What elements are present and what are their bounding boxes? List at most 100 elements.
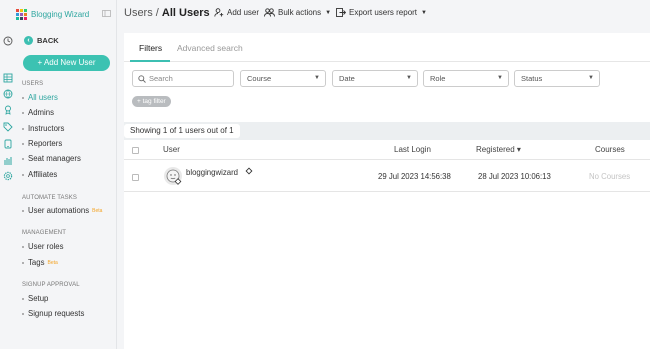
course-select-value: Course xyxy=(247,74,272,83)
breadcrumb: Users / All Users xyxy=(124,7,210,19)
logo-square xyxy=(20,16,23,20)
tab-filters[interactable]: Filters xyxy=(139,43,162,53)
sidebar-item-affiliates[interactable]: Affiliates xyxy=(22,170,57,179)
back-arrow-icon: ‹ xyxy=(24,36,33,45)
sidebar-item-user-roles[interactable]: User roles xyxy=(22,242,64,251)
bulk-actions-dropdown[interactable]: Bulk actions ▼ xyxy=(264,8,331,17)
tag-icon[interactable] xyxy=(3,122,13,132)
chevron-down-icon: ▼ xyxy=(406,75,412,81)
sidebar-item-label: User automations xyxy=(28,206,90,215)
role-select-value: Role xyxy=(430,74,446,83)
caret-down-icon: ▼ xyxy=(325,9,332,16)
sidebar-item-label: Admins xyxy=(28,108,54,117)
sidebar-item-reporters[interactable]: Reporters xyxy=(22,139,62,148)
chevron-down-icon: ▼ xyxy=(314,75,320,81)
logo-square xyxy=(24,8,27,12)
caret-down-icon: ▼ xyxy=(421,9,427,16)
page-header: Users / All Users Add user Bulk actions … xyxy=(117,0,650,28)
bullet-icon xyxy=(22,209,24,212)
sidebar-item-label: User roles xyxy=(28,242,64,251)
back-label: BACK xyxy=(37,36,59,45)
sidebar-item-label: All users xyxy=(28,93,58,102)
bullet-icon xyxy=(22,297,24,300)
row-checkbox[interactable] xyxy=(132,174,139,181)
bullet-icon xyxy=(22,245,24,248)
collapse-sidebar-icon[interactable] xyxy=(102,10,111,17)
globe-icon[interactable] xyxy=(3,89,13,99)
divider xyxy=(124,191,650,192)
date-select[interactable]: Date ▼ xyxy=(332,70,418,87)
bullet-icon xyxy=(22,127,24,130)
chart-icon[interactable] xyxy=(3,155,13,165)
column-header-courses[interactable]: Courses xyxy=(595,145,625,154)
tablet-icon[interactable] xyxy=(3,139,13,149)
course-select[interactable]: Course ▼ xyxy=(240,70,326,87)
logo-square xyxy=(20,8,23,12)
search-input[interactable]: Search xyxy=(132,70,234,87)
brand[interactable]: Blogging Wizard xyxy=(16,8,108,20)
back-button[interactable]: ‹ BACK xyxy=(24,36,59,45)
sidebar-item-seat-managers[interactable]: Seat managers xyxy=(22,154,81,163)
tab-advanced-search[interactable]: Advanced search xyxy=(177,43,243,53)
logo-square xyxy=(16,16,19,20)
sidebar-item-user-automations[interactable]: User automations Beta xyxy=(22,206,102,215)
add-user-icon xyxy=(214,8,224,17)
courses-cell: No Courses xyxy=(589,172,631,181)
section-title-signup: SIGNUP APPROVAL xyxy=(22,282,80,288)
logo-square xyxy=(20,12,23,16)
sidebar-item-all-users[interactable]: All users xyxy=(22,93,58,102)
sidebar-item-signup-requests[interactable]: Signup requests xyxy=(22,309,84,318)
award-icon[interactable] xyxy=(3,105,13,115)
section-title-users: USERS xyxy=(22,81,44,87)
logo-square xyxy=(24,12,27,16)
users-icon xyxy=(264,8,275,17)
sidebar-item-label: Signup requests xyxy=(28,309,85,318)
sidebar-item-label: Seat managers xyxy=(28,154,81,163)
bullet-icon xyxy=(22,261,24,264)
results-summary-bar: Showing 1 of 1 users out of 1 xyxy=(124,122,650,140)
export-users-report-dropdown[interactable]: Export users report ▼ xyxy=(336,8,427,17)
sidebar-item-instructors[interactable]: Instructors xyxy=(22,124,64,133)
beta-badge: Beta xyxy=(92,207,103,214)
page-title: All Users xyxy=(161,7,210,19)
history-icon[interactable] xyxy=(3,36,13,46)
bullet-icon xyxy=(22,96,24,99)
settings-icon[interactable] xyxy=(3,171,13,181)
avatar xyxy=(164,167,182,185)
section-title-management: MANAGEMENT xyxy=(22,230,67,236)
add-user-action[interactable]: Add user xyxy=(214,8,259,17)
user-name[interactable]: bloggingwizard xyxy=(186,168,238,177)
registered-cell: 28 Jul 2023 10:06:13 xyxy=(478,172,551,181)
sidebar-item-label: Affiliates xyxy=(28,170,58,179)
bullet-icon xyxy=(22,173,24,176)
sidebar-item-tags[interactable]: Tags Beta xyxy=(22,258,58,267)
sidebar-item-setup[interactable]: Setup xyxy=(22,294,48,303)
export-users-report-label: Export users report xyxy=(349,8,418,17)
export-icon xyxy=(336,8,346,17)
bullet-icon xyxy=(22,142,24,145)
sidebar: Blogging Wizard ‹ BACK + Add New User US… xyxy=(16,0,117,349)
column-header-registered[interactable]: Registered ▾ xyxy=(476,145,521,154)
column-header-user[interactable]: User xyxy=(163,145,180,154)
add-new-user-button[interactable]: + Add New User xyxy=(23,55,110,71)
add-user-label: Add user xyxy=(227,8,260,17)
tag-filter-button[interactable]: + tag filter xyxy=(132,96,171,107)
beta-badge: Beta xyxy=(47,259,58,266)
search-icon xyxy=(138,75,146,83)
breadcrumb-parent[interactable]: Users xyxy=(124,7,153,19)
active-tab-indicator xyxy=(130,60,170,62)
sidebar-item-admins[interactable]: Admins xyxy=(22,108,54,117)
select-all-checkbox[interactable] xyxy=(132,147,139,154)
grid-icon[interactable] xyxy=(3,73,13,83)
role-select[interactable]: Role ▼ xyxy=(423,70,509,87)
search-placeholder: Search xyxy=(149,74,173,83)
user-tag-icon xyxy=(245,167,253,175)
sidebar-item-label: Reporters xyxy=(28,139,63,148)
column-header-last-login[interactable]: Last Login xyxy=(394,145,431,154)
results-summary: Showing 1 of 1 users out of 1 xyxy=(124,124,240,138)
logo-square xyxy=(24,16,27,20)
main-panel: Filters Advanced search Search Course ▼ … xyxy=(124,33,650,349)
bulk-actions-label: Bulk actions xyxy=(278,8,322,17)
status-select[interactable]: Status ▼ xyxy=(514,70,600,87)
brand-name: Blogging Wizard xyxy=(31,9,90,19)
